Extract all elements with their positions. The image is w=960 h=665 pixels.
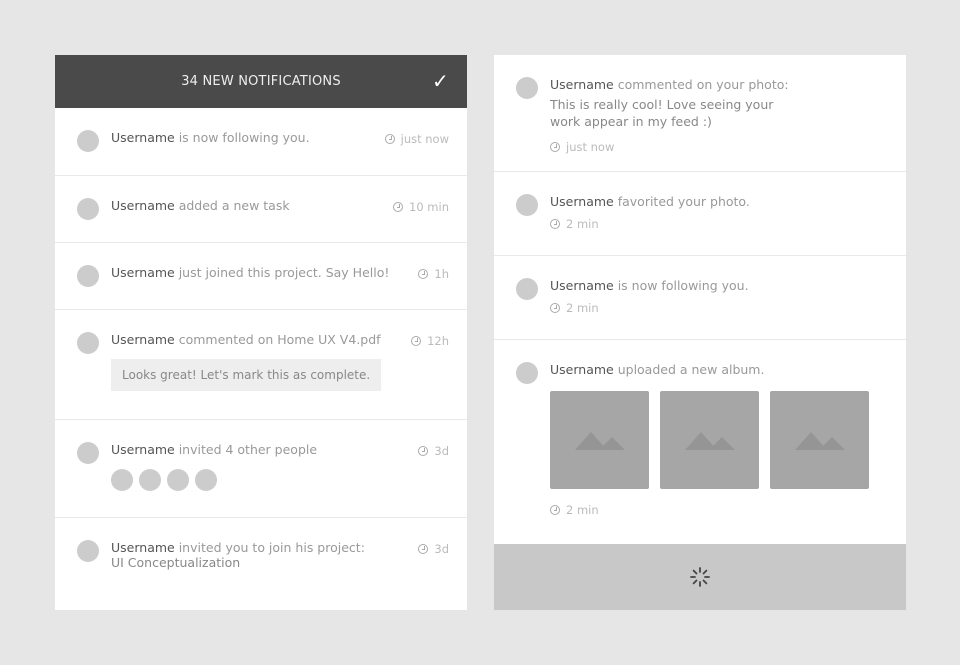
comment-body: This is really cool! Love seeing your wo… — [550, 97, 774, 129]
mark-all-read-check-icon[interactable]: ✓ — [432, 69, 449, 93]
timestamp: 3d — [418, 444, 449, 458]
timestamp: 3d — [418, 542, 449, 556]
clock-icon — [384, 134, 395, 144]
avatar — [516, 362, 538, 384]
clock-icon — [550, 505, 560, 515]
timestamp: 2 min — [550, 217, 888, 231]
album-photo[interactable] — [660, 391, 759, 489]
avatar[interactable] — [167, 469, 189, 491]
clock-icon — [418, 446, 429, 456]
list-item[interactable]: Username commented on Home UX V4.pdf Loo… — [55, 310, 467, 420]
username[interactable]: Username — [111, 265, 175, 280]
list-item[interactable]: Username uploaded a new album. 2 min — [494, 340, 906, 544]
clock-icon — [418, 269, 429, 279]
time-text: 3d — [434, 542, 449, 556]
image-placeholder-icon — [684, 432, 735, 450]
notification-text: uploaded a new album. — [613, 362, 765, 377]
username[interactable]: Username — [550, 77, 614, 92]
time-text: 2 min — [566, 301, 599, 315]
list-item[interactable]: Username commented on your photo: This i… — [494, 55, 906, 172]
avatar[interactable] — [111, 469, 133, 491]
notification-text: invited you to join his project: — [174, 540, 365, 555]
avatar — [77, 130, 99, 152]
album-photo[interactable] — [550, 391, 649, 489]
username[interactable]: Username — [111, 332, 175, 347]
notification-text: commented on Home UX V4.pdf — [174, 332, 381, 347]
avatar — [516, 77, 538, 99]
comment-quote: Looks great! Let's mark this as complete… — [111, 359, 382, 391]
clock-icon — [550, 303, 560, 313]
time-text: 1h — [434, 267, 449, 281]
username[interactable]: Username — [550, 278, 614, 293]
clock-icon — [418, 544, 429, 554]
loading-spinner-icon — [690, 567, 710, 587]
list-item[interactable]: Username added a new task 10 min — [55, 176, 467, 243]
clock-icon — [550, 219, 560, 229]
avatar — [516, 194, 538, 216]
username[interactable]: Username — [550, 194, 614, 209]
avatar — [77, 265, 99, 287]
time-text: just now — [400, 132, 449, 146]
list-item[interactable]: Username is now following you. 2 min — [494, 256, 906, 340]
list-item[interactable]: Username just joined this project. Say H… — [55, 243, 467, 310]
timestamp: 10 min — [393, 200, 449, 214]
list-item[interactable]: Username favorited your photo. 2 min — [494, 172, 906, 256]
time-text: 2 min — [566, 503, 599, 517]
list-item[interactable]: Username invited you to join his project… — [55, 518, 467, 610]
timestamp: 2 min — [550, 503, 888, 517]
notification-text: is now following you. — [613, 278, 749, 293]
username[interactable]: Username — [550, 362, 614, 377]
username[interactable]: Username — [111, 540, 175, 555]
timestamp: 12h — [411, 334, 449, 348]
avatar — [77, 332, 99, 354]
activity-panel: Username commented on your photo: This i… — [494, 55, 906, 610]
avatar[interactable] — [139, 469, 161, 491]
timestamp: 2 min — [550, 301, 888, 315]
clock-icon — [550, 142, 560, 152]
album-photo[interactable] — [770, 391, 869, 489]
time-text: 10 min — [409, 200, 449, 214]
timestamp: just now — [384, 132, 449, 146]
time-text: 3d — [434, 444, 449, 458]
panel-header: 34 NEW NOTIFICATIONS ✓ — [55, 55, 467, 108]
avatar — [77, 442, 99, 464]
time-text: just now — [566, 140, 615, 154]
notification-text: commented on your photo: — [613, 77, 789, 92]
list-item[interactable]: Username invited 4 other people 3d — [55, 420, 467, 518]
avatar[interactable] — [195, 469, 217, 491]
notifications-title: 34 NEW NOTIFICATIONS — [181, 74, 341, 89]
username[interactable]: Username — [111, 130, 175, 145]
clock-icon — [411, 336, 422, 346]
avatar — [516, 278, 538, 300]
load-more-area[interactable] — [494, 544, 906, 610]
username[interactable]: Username — [111, 198, 175, 213]
clock-icon — [393, 202, 404, 212]
username[interactable]: Username — [111, 442, 175, 457]
album-thumbnails — [550, 391, 888, 489]
notifications-panel: 34 NEW NOTIFICATIONS ✓ Username is now f… — [55, 55, 467, 610]
timestamp: just now — [550, 140, 888, 154]
notification-text: invited 4 other people — [174, 442, 318, 457]
notification-text: is now following you. — [174, 130, 310, 145]
notification-text: added a new task — [174, 198, 290, 213]
time-text: 2 min — [566, 217, 599, 231]
notification-text: favorited your photo. — [613, 194, 750, 209]
project-name[interactable]: UI Conceptualization — [111, 555, 240, 570]
image-placeholder-icon — [794, 432, 845, 450]
time-text: 12h — [427, 334, 449, 348]
avatar — [77, 198, 99, 220]
timestamp: 1h — [418, 267, 449, 281]
invited-avatars — [111, 469, 449, 491]
avatar — [77, 540, 99, 562]
notification-text: just joined this project. Say Hello! — [174, 265, 390, 280]
list-item[interactable]: Username is now following you. just now — [55, 108, 467, 176]
image-placeholder-icon — [574, 432, 625, 450]
